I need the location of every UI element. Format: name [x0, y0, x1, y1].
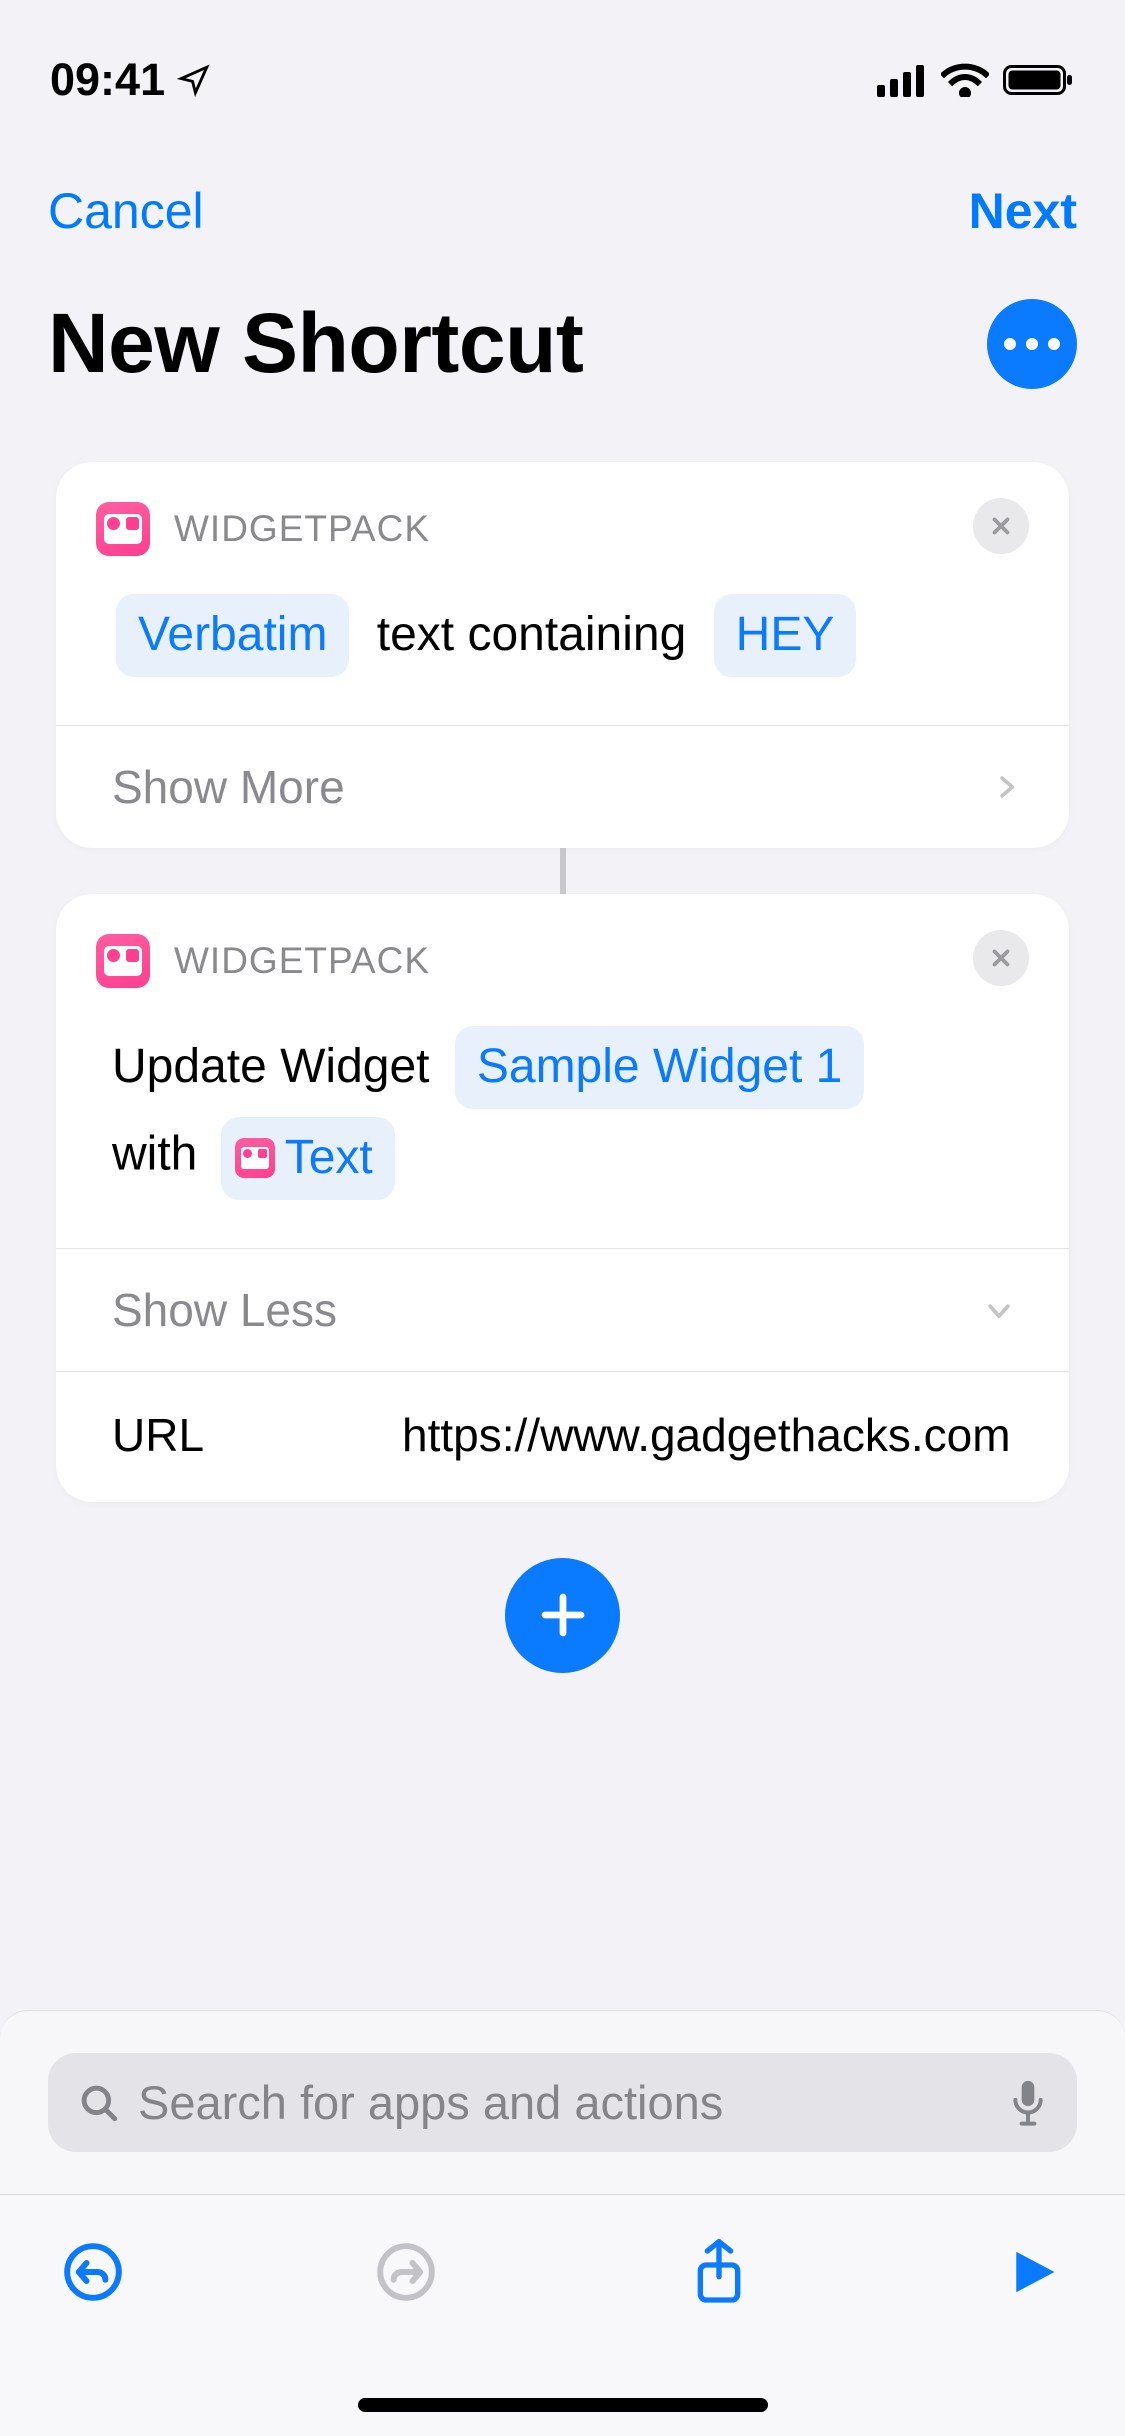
title-row: New Shortcut — [0, 240, 1125, 392]
token-mode[interactable]: Verbatim — [116, 594, 349, 677]
undo-icon — [62, 2241, 124, 2303]
action-connector — [560, 848, 566, 894]
nav-bar: Cancel Next — [0, 120, 1125, 240]
undo-button[interactable] — [58, 2237, 128, 2307]
action-text: with — [112, 1127, 197, 1180]
action-card: WIDGETPACK Update Widget Sample Widget 1… — [56, 894, 1069, 1502]
location-icon — [177, 63, 211, 97]
param-key: URL — [112, 1408, 362, 1462]
chevron-right-icon — [991, 765, 1021, 809]
show-more-label: Show More — [112, 760, 345, 814]
cellular-icon — [877, 63, 927, 97]
action-card: WIDGETPACK Verbatim text containing HEY … — [56, 462, 1069, 848]
action-header: WIDGETPACK — [56, 894, 1069, 988]
action-description: Verbatim text containing HEY — [56, 556, 1069, 725]
show-less-row[interactable]: Show Less — [56, 1249, 1069, 1371]
close-icon — [988, 513, 1014, 539]
home-indicator — [358, 2398, 768, 2412]
search-placeholder: Search for apps and actions — [138, 2075, 991, 2130]
search-icon — [78, 2082, 120, 2124]
battery-icon — [1003, 63, 1075, 97]
close-icon — [988, 945, 1014, 971]
wifi-icon — [941, 63, 989, 97]
ellipsis-icon — [1004, 338, 1060, 350]
param-value: https://www.gadgethacks.com — [402, 1408, 1021, 1462]
widgetpack-app-icon — [96, 934, 150, 988]
action-app-label: WIDGETPACK — [174, 508, 430, 550]
share-button[interactable] — [684, 2237, 754, 2307]
more-options-button[interactable] — [987, 299, 1077, 389]
status-bar: 09:41 — [0, 0, 1125, 120]
search-input[interactable]: Search for apps and actions — [48, 2053, 1077, 2152]
action-description: Update Widget Sample Widget 1 with Text — [56, 988, 1069, 1248]
remove-action-button[interactable] — [973, 498, 1029, 554]
token-value[interactable]: HEY — [714, 594, 857, 677]
search-panel: Search for apps and actions — [0, 2010, 1125, 2194]
add-action-button[interactable] — [505, 1558, 620, 1673]
page-title: New Shortcut — [48, 295, 583, 392]
show-more-row[interactable]: Show More — [56, 726, 1069, 848]
param-row-url[interactable]: URL https://www.gadgethacks.com — [56, 1372, 1069, 1502]
token-content[interactable]: Text — [221, 1117, 395, 1200]
status-time: 09:41 — [50, 54, 165, 106]
status-time-group: 09:41 — [50, 54, 211, 106]
cancel-button[interactable]: Cancel — [48, 182, 204, 240]
play-icon — [1005, 2243, 1059, 2301]
action-text: Update Widget — [112, 1040, 430, 1093]
share-icon — [691, 2237, 747, 2307]
action-text: text containing — [377, 608, 687, 661]
actions-list: WIDGETPACK Verbatim text containing HEY … — [0, 392, 1125, 1673]
token-content-label: Text — [285, 1122, 373, 1195]
token-widget[interactable]: Sample Widget 1 — [455, 1026, 865, 1109]
action-app-label: WIDGETPACK — [174, 940, 430, 982]
widgetpack-app-icon — [96, 502, 150, 556]
plus-icon — [536, 1588, 590, 1642]
remove-action-button[interactable] — [973, 930, 1029, 986]
status-indicators — [877, 63, 1075, 97]
next-button[interactable]: Next — [969, 182, 1077, 240]
run-button[interactable] — [997, 2237, 1067, 2307]
redo-icon — [375, 2241, 437, 2303]
show-less-label: Show Less — [112, 1283, 337, 1337]
redo-button — [371, 2237, 441, 2307]
widgetpack-app-icon — [235, 1138, 275, 1178]
action-header: WIDGETPACK — [56, 462, 1069, 556]
dictation-icon[interactable] — [1009, 2079, 1047, 2127]
chevron-down-icon — [977, 1295, 1021, 1325]
